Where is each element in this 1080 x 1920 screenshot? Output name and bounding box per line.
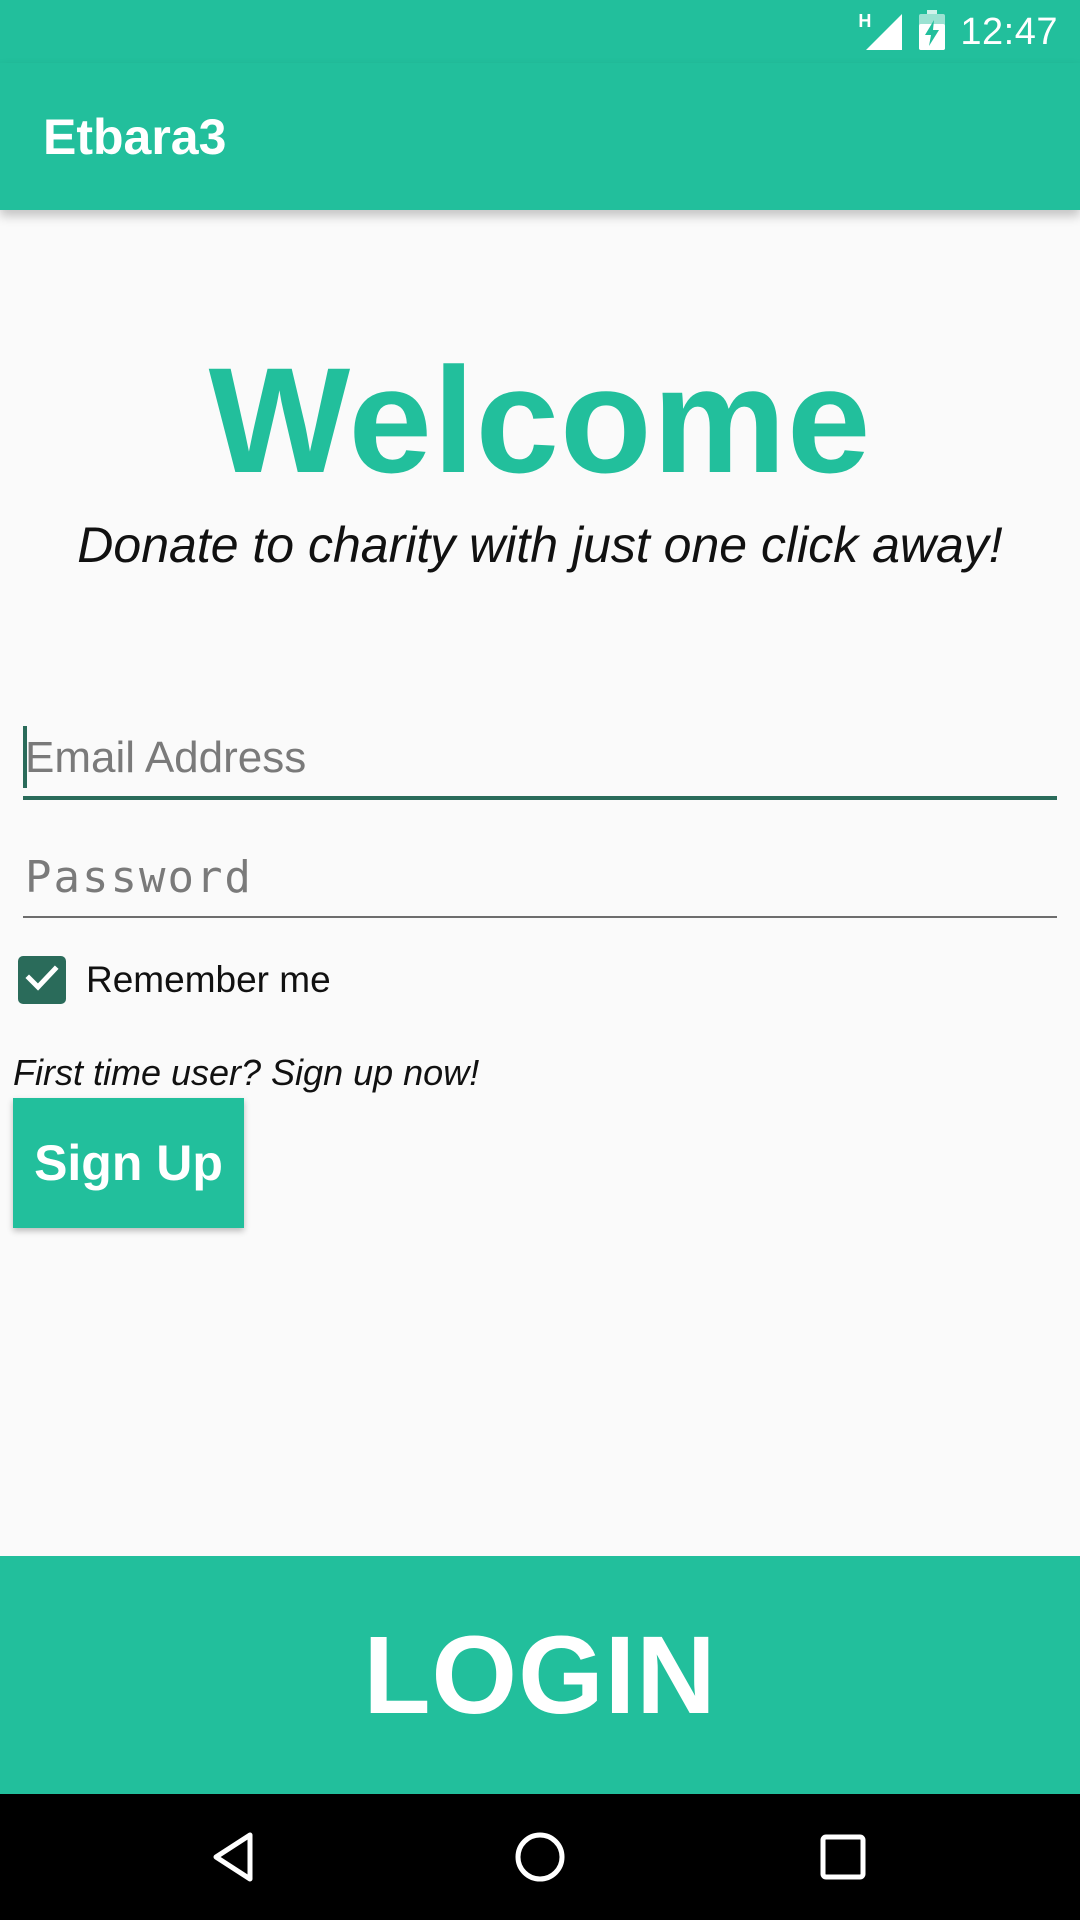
signal-icon: H	[858, 12, 904, 52]
login-button[interactable]: LOGIN	[0, 1556, 1080, 1794]
remember-me-row: Remember me	[18, 955, 331, 1005]
app-title: Etbara3	[43, 109, 227, 165]
sign-up-button[interactable]: Sign Up	[13, 1098, 244, 1228]
welcome-title: Welcome	[208, 336, 872, 504]
app-bar: Etbara3	[0, 63, 1080, 210]
remember-me-checkbox[interactable]	[18, 956, 66, 1004]
text-cursor	[23, 726, 27, 788]
password-field[interactable]	[23, 838, 1057, 918]
status-icons: H 12:47	[858, 8, 1058, 56]
remember-me-label[interactable]: Remember me	[86, 955, 331, 1005]
navigation-bar	[0, 1794, 1080, 1920]
check-icon	[23, 959, 61, 1002]
welcome-tagline: Donate to charity with just one click aw…	[77, 517, 1003, 573]
email-field[interactable]	[23, 720, 1057, 800]
login-screen: H 12:47 Etbara3 Welcome Donate to charit…	[0, 0, 1080, 1920]
status-bar: H 12:47	[0, 0, 1080, 63]
home-icon[interactable]	[510, 1827, 570, 1887]
status-time: 12:47	[960, 11, 1058, 53]
back-icon[interactable]	[206, 1827, 266, 1887]
battery-charging-icon	[918, 9, 946, 55]
recent-apps-icon[interactable]	[813, 1827, 873, 1887]
signup-prompt: First time user? Sign up now!	[13, 1052, 480, 1093]
